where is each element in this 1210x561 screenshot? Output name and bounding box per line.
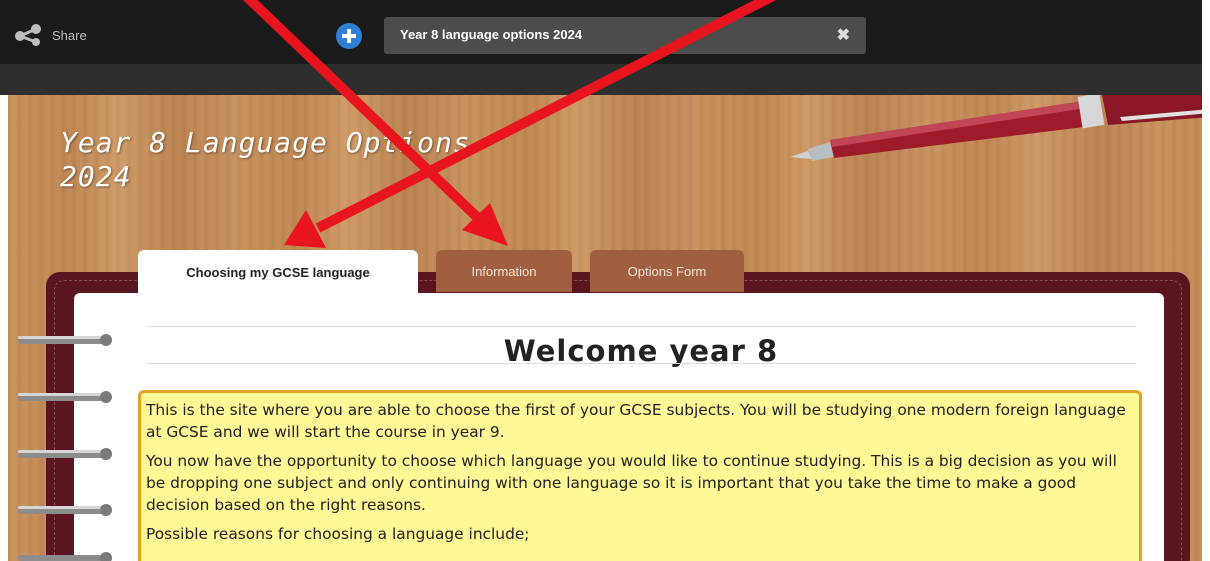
plus-icon bbox=[342, 29, 356, 43]
top-bar: Share Year 8 language options 2024 ✖ bbox=[0, 0, 1202, 64]
share-icon bbox=[15, 24, 41, 46]
tab-options-form[interactable]: Options Form bbox=[590, 250, 744, 292]
pen-image bbox=[790, 95, 1202, 161]
divider bbox=[146, 326, 1136, 327]
site-title-line2: 2024 bbox=[60, 160, 132, 193]
toolbar-strip bbox=[0, 64, 1202, 95]
open-tab[interactable]: Year 8 language options 2024 ✖ bbox=[384, 17, 866, 54]
binder-ring bbox=[18, 391, 112, 403]
tab-choosing-gcse-language[interactable]: Choosing my GCSE language bbox=[138, 250, 418, 294]
site-title: Year 8 Language Options 2024 bbox=[60, 126, 471, 194]
binder-ring bbox=[18, 448, 112, 460]
share-label: Share bbox=[52, 27, 87, 43]
binder-ring bbox=[18, 552, 112, 561]
paragraph: You now have the opportunity to choose w… bbox=[146, 452, 1117, 514]
open-tab-title: Year 8 language options 2024 bbox=[400, 27, 583, 42]
add-tab-button[interactable] bbox=[336, 23, 362, 49]
paragraph: Possible reasons for choosing a language… bbox=[146, 525, 530, 543]
divider bbox=[146, 363, 1136, 364]
site-title-line1: Year 8 Language Options bbox=[60, 126, 471, 159]
paragraph: This is the site where you are able to c… bbox=[146, 401, 1126, 441]
binder-rings bbox=[18, 334, 112, 561]
intro-note-box: This is the site where you are able to c… bbox=[138, 390, 1142, 561]
share-button[interactable]: Share bbox=[14, 24, 87, 46]
tab-information[interactable]: Information bbox=[436, 250, 572, 292]
page: Share Year 8 language options 2024 ✖ Yea… bbox=[0, 0, 1202, 561]
binder-ring bbox=[18, 334, 112, 346]
close-icon[interactable]: ✖ bbox=[837, 25, 850, 45]
binder-ring bbox=[18, 504, 112, 516]
